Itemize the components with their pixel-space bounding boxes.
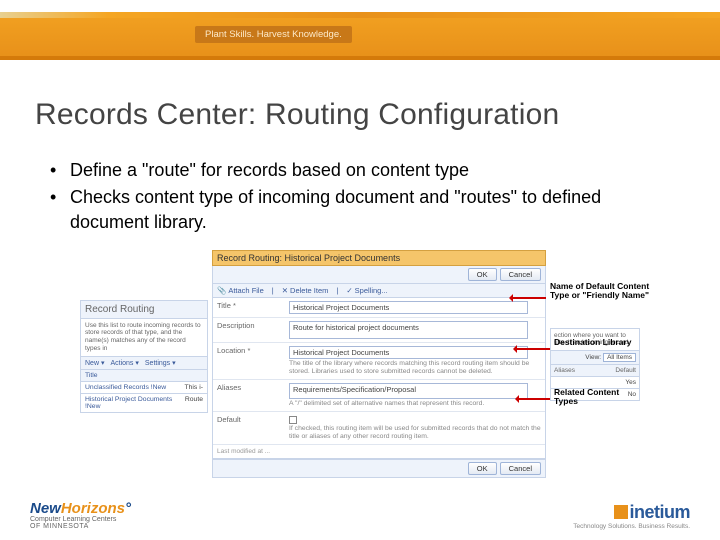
cancel-button[interactable]: Cancel [500, 462, 541, 475]
embedded-screenshot: Record Routing Use this list to route in… [80, 250, 640, 495]
bullet-item: Define a "route" for records based on co… [50, 158, 685, 183]
description-input[interactable]: Route for historical project documents [289, 321, 528, 339]
annotation-arrow [510, 297, 546, 299]
annotation-content-type: Name of Default Content Type or "Friendl… [550, 282, 650, 301]
location-input[interactable]: Historical Project Documents [289, 346, 528, 359]
form-bottom-buttons: OK Cancel [212, 459, 546, 478]
annotation-arrow [514, 348, 550, 350]
bullet-item: Checks content type of incoming document… [50, 185, 685, 235]
ok-button[interactable]: OK [468, 268, 497, 281]
delete-item-link[interactable]: ✕ Delete Item [282, 286, 329, 295]
form-command-bar: 📎 Attach File | ✕ Delete Item | ✓ Spelli… [212, 284, 546, 298]
left-panel-header: Title [80, 370, 208, 382]
location-hint: The title of the library where records m… [289, 360, 541, 376]
description-label: Description [213, 318, 285, 342]
new-horizons-logo: NewHorizons° Computer Learning Centers O… [30, 501, 131, 530]
ok-button[interactable]: OK [468, 462, 497, 475]
banner-tagline: Plant Skills. Harvest Knowledge. [195, 26, 352, 43]
list-item[interactable]: Historical Project Documents !New Route [80, 394, 208, 413]
title-input[interactable]: Historical Project Documents [289, 301, 528, 314]
top-banner: Plant Skills. Harvest Knowledge. [0, 0, 720, 60]
form-footer-text: Last modified at ... [213, 445, 545, 458]
title-label: Title * [213, 298, 285, 317]
cancel-button[interactable]: Cancel [500, 268, 541, 281]
annotation-arrow [516, 398, 550, 400]
default-checkbox[interactable] [289, 416, 297, 424]
col-title: Title [85, 372, 203, 379]
default-label: Default [213, 412, 285, 444]
form-header: Record Routing: Historical Project Docum… [212, 250, 546, 266]
settings-menu[interactable]: Settings ▾ [145, 359, 176, 367]
default-hint: If checked, this routing item will be us… [289, 425, 541, 441]
slide-title: Records Center: Routing Configuration [0, 60, 720, 142]
form-top-buttons: OK Cancel [212, 266, 546, 284]
routing-form: Record Routing: Historical Project Docum… [212, 250, 546, 479]
aliases-input[interactable]: Requirements/Specification/Proposal [289, 383, 528, 399]
attach-file-link[interactable]: 📎 Attach File [217, 286, 264, 295]
spelling-link[interactable]: ✓ Spelling... [346, 286, 387, 295]
list-item[interactable]: Unclassified Records !New This i- [80, 382, 208, 394]
view-selector[interactable]: View: All Items [550, 351, 640, 365]
aliases-label: Aliases [213, 380, 285, 411]
aliases-hint: A "/" delimited set of alternative names… [289, 400, 541, 408]
bullet-list: Define a "route" for records based on co… [0, 142, 720, 244]
left-panel-toolbar: New ▾ Actions ▾ Settings ▾ [80, 357, 208, 370]
location-label: Location * [213, 343, 285, 379]
new-menu[interactable]: New ▾ [85, 359, 104, 367]
annotation-destination-library: Destination Library [554, 338, 634, 347]
slide-footer: NewHorizons° Computer Learning Centers O… [0, 501, 720, 530]
left-panel: Record Routing Use this list to route in… [80, 300, 208, 413]
right-header: Aliases Default [550, 365, 640, 377]
inetium-logo: inetium Technology Solutions. Business R… [573, 502, 690, 530]
annotation-related-types: Related Content Types [554, 388, 644, 407]
left-panel-description: Use this list to route incoming records … [80, 319, 208, 357]
actions-menu[interactable]: Actions ▾ [110, 359, 138, 367]
left-panel-title: Record Routing [80, 300, 208, 319]
